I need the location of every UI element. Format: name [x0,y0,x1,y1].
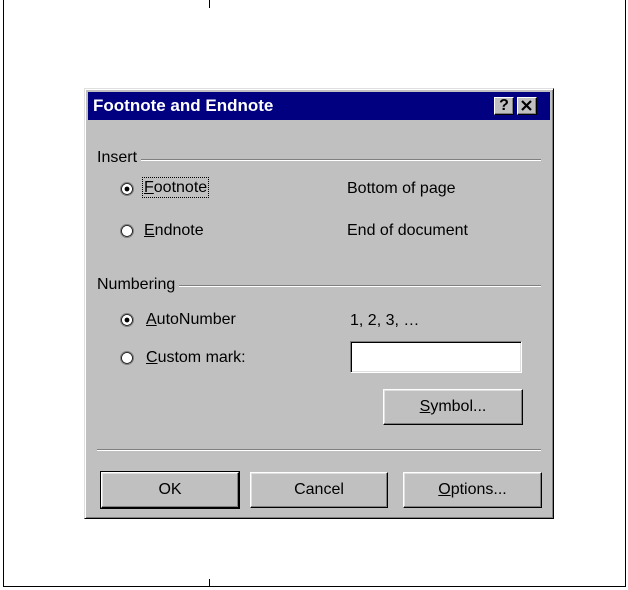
footnote-endnote-dialog: Footnote and Endnote ? Insert Footnote B… [84,88,554,519]
frame-tick-bottom [209,579,210,587]
autonumber-mnemonic: A [146,311,157,328]
footnote-mnemonic: F [144,179,154,196]
help-button[interactable]: ? [494,97,514,115]
symbol-button[interactable]: Symbol... [383,389,523,425]
radio-unchecked-icon [120,351,134,365]
autonumber-radio[interactable] [120,313,134,327]
footnote-label[interactable]: Footnote [141,177,210,198]
autonumber-description: 1, 2, 3, … [350,312,420,329]
endnote-mnemonic: E [144,222,155,239]
title-bar[interactable]: Footnote and Endnote ? [88,92,550,120]
custom-mark-input[interactable] [350,341,522,373]
endnote-description: End of document [347,222,468,239]
insert-group-line [97,159,541,161]
radio-unchecked-icon [120,224,134,238]
options-label-rest: ptions... [450,481,507,498]
autonumber-label[interactable]: AutoNumber [146,311,236,329]
endnote-label[interactable]: Endnote [144,222,204,240]
custom-mark-label-rest: ustom mark: [157,349,246,366]
numbering-group-label: Numbering [97,276,180,294]
options-mnemonic: O [438,481,451,498]
custom-mark-mnemonic: C [146,349,158,366]
endnote-label-rest: ndnote [154,222,204,239]
footnote-label-rest: ootnote [153,179,208,196]
bottom-separator [97,449,541,451]
ok-button[interactable]: OK [100,471,240,509]
close-button[interactable] [517,97,537,115]
radio-checked-icon [120,182,134,196]
frame-tick-top [209,0,210,8]
footnote-radio[interactable] [120,182,134,196]
endnote-radio[interactable] [120,224,134,238]
custom-mark-radio[interactable] [120,351,134,365]
help-icon: ? [499,97,509,114]
options-button[interactable]: Options... [403,472,542,508]
custom-mark-label[interactable]: Custom mark: [146,349,246,367]
insert-group-label: Insert [97,149,142,167]
footnote-description: Bottom of page [347,180,456,197]
close-icon [518,97,536,119]
symbol-label-rest: ymbol... [430,398,487,415]
autonumber-label-rest: utoNumber [156,311,236,328]
symbol-mnemonic: S [419,398,431,415]
cancel-button[interactable]: Cancel [250,472,388,508]
dialog-title: Footnote and Endnote [93,96,274,115]
radio-checked-icon [120,313,134,327]
